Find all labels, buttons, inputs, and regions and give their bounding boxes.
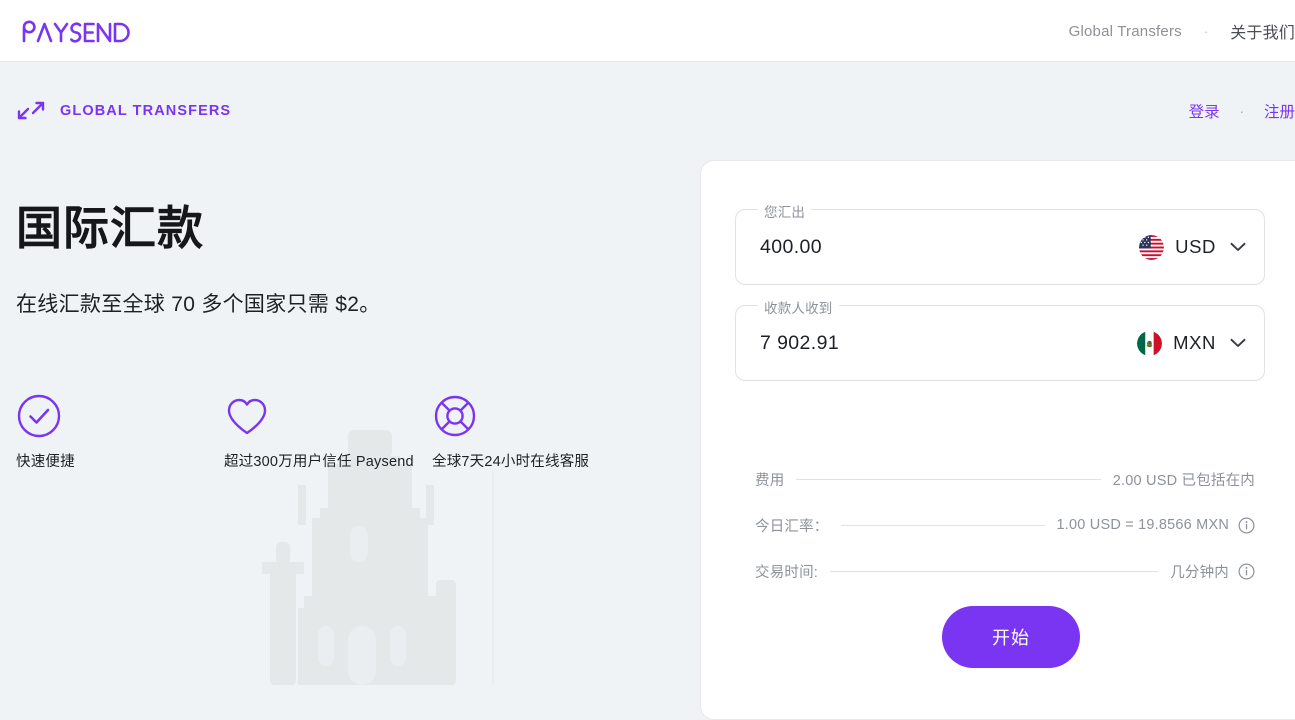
info-icon[interactable]: [1238, 563, 1255, 580]
fee-value: 2.00 USD 已包括在内: [1113, 469, 1255, 490]
flag-us-icon: [1139, 235, 1164, 260]
hero-section: 国际汇款 在线汇款至全球 70 多个国家只需 $2。: [16, 200, 656, 318]
feature-icon-wrap: [16, 393, 224, 445]
nav-item-global-transfers[interactable]: Global Transfers: [1069, 23, 1182, 40]
top-header: Global Transfers · 关于我们: [0, 0, 1295, 62]
detail-row-time: 交易时间: 几分钟内: [755, 548, 1255, 594]
detail-row-rate: 今日汇率： 1.00 USD = 19.8566 MXN: [755, 502, 1255, 548]
feature-label-support: 全球7天24小时在线客服: [432, 451, 672, 473]
rate-label: 今日汇率：: [755, 515, 829, 536]
send-amount-value[interactable]: 400.00: [760, 210, 822, 284]
cta-wrapper: 开始: [701, 606, 1295, 668]
receive-amount-value[interactable]: 7 902.91: [760, 306, 839, 380]
diagonal-arrows-icon: [16, 98, 46, 124]
heart-icon: [224, 393, 270, 439]
rate-value: 1.00 USD = 19.8566 MXN: [1057, 517, 1229, 533]
login-link[interactable]: 登录: [1189, 100, 1220, 122]
receive-currency-code: MXN: [1173, 332, 1216, 354]
register-link[interactable]: 注册: [1264, 100, 1295, 122]
detail-divider: [841, 525, 1045, 526]
page-title: 国际汇款: [16, 200, 656, 258]
detail-row-fee: 费用 2.00 USD 已包括在内: [755, 456, 1255, 502]
auth-separator: ·: [1220, 104, 1264, 119]
fee-label: 费用: [755, 469, 784, 490]
feature-label-trusted: 超过300万用户信任 Paysend: [224, 451, 432, 473]
detail-divider: [830, 571, 1158, 572]
detail-divider: [796, 479, 1100, 480]
feature-list: 快速便捷 超过300万用户信任 Paysend 全球7天24小时在线客服: [16, 393, 676, 473]
feature-icon-wrap: [224, 393, 432, 445]
auth-links: 登录 · 注册: [1189, 100, 1295, 122]
time-label: 交易时间:: [755, 561, 818, 582]
paysend-logo[interactable]: [22, 19, 134, 43]
paysend-logo-icon: [22, 19, 134, 43]
send-currency-selector[interactable]: USD: [1139, 210, 1246, 284]
feature-icon-wrap: [432, 393, 672, 445]
chevron-down-icon: [1230, 338, 1246, 348]
receive-currency-selector[interactable]: MXN: [1137, 306, 1246, 380]
time-value: 几分钟内: [1170, 561, 1229, 582]
info-icon[interactable]: [1238, 517, 1255, 534]
sub-header: GLOBAL TRANSFERS 登录 · 注册: [0, 62, 1295, 160]
lifebuoy-support-icon: [432, 393, 478, 439]
feature-item-support: 全球7天24小时在线客服: [432, 393, 672, 473]
feature-item-fast: 快速便捷: [16, 393, 224, 473]
feature-label-fast: 快速便捷: [16, 451, 224, 473]
hero-subtitle: 在线汇款至全球 70 多个国家只需 $2。: [16, 288, 656, 318]
nav-item-about-us[interactable]: 关于我们: [1230, 19, 1295, 43]
check-circle-icon: [16, 393, 62, 439]
global-transfers-brand[interactable]: GLOBAL TRANSFERS: [16, 98, 231, 124]
start-transfer-button[interactable]: 开始: [942, 606, 1080, 668]
transfer-calculator-panel: 您汇出 400.00: [700, 160, 1295, 720]
nav-separator: ·: [1182, 24, 1230, 39]
feature-item-trusted: 超过300万用户信任 Paysend: [224, 393, 432, 473]
flag-mx-icon: [1137, 331, 1162, 356]
send-amount-field[interactable]: 您汇出 400.00: [735, 209, 1265, 285]
chevron-down-icon: [1230, 242, 1246, 252]
global-transfers-label: GLOBAL TRANSFERS: [60, 103, 231, 119]
send-currency-code: USD: [1175, 236, 1216, 258]
transfer-details: 费用 2.00 USD 已包括在内 今日汇率： 1.00 USD = 19.85…: [755, 456, 1255, 594]
receive-amount-field[interactable]: 收款人收到 7 902.91 MXN: [735, 305, 1265, 381]
top-navigation: Global Transfers · 关于我们: [1069, 0, 1295, 62]
